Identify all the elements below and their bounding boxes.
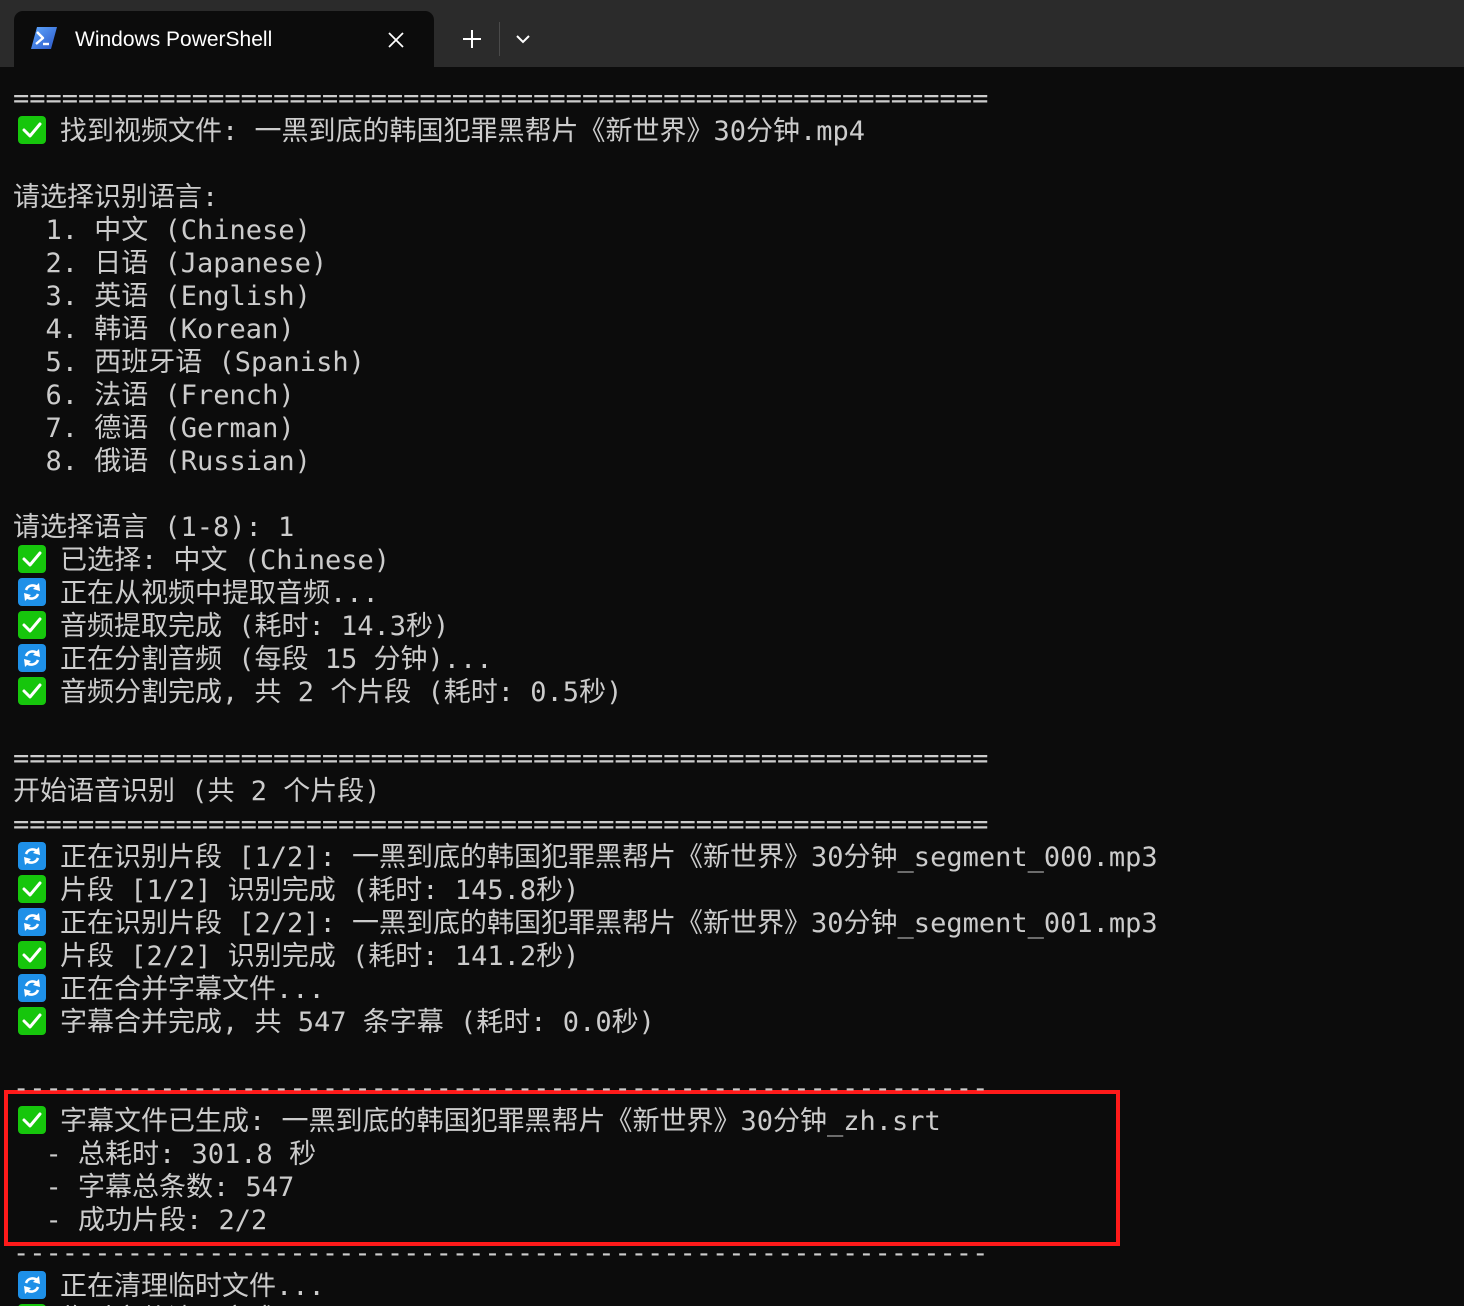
sync-icon [18, 974, 46, 1002]
tab-title: Windows PowerShell [75, 28, 273, 51]
powershell-icon [31, 27, 57, 49]
tab-dropdown-button[interactable] [505, 22, 541, 58]
terminal-line: 请选择语言 (1-8): 1 [13, 511, 294, 544]
sync-icon [18, 578, 46, 606]
title-bar: Windows PowerShell [0, 0, 1464, 67]
sync-icon [18, 842, 46, 870]
close-icon[interactable] [384, 28, 408, 52]
terminal-line-text: 正在清理临时文件... [60, 1271, 325, 1302]
terminal-line: 1. 中文 (Chinese) [13, 214, 311, 247]
terminal-line-text: 4. 韩语 (Korean) [13, 314, 295, 345]
terminal-line-text: ========================================… [13, 83, 989, 114]
sync-icon [18, 1271, 46, 1299]
terminal-line-text: 请选择识别语言: [13, 182, 219, 213]
check-icon [18, 875, 46, 903]
sync-icon [18, 644, 46, 672]
terminal-line: ----------------------------------------… [13, 1237, 988, 1270]
terminal-line-text: 8. 俄语 (Russian) [13, 446, 311, 477]
terminal-line-text: ========================================… [13, 743, 989, 774]
terminal-line: 4. 韩语 (Korean) [13, 313, 295, 346]
terminal-line: 音频提取完成 (耗时: 14.3秒) [13, 610, 449, 643]
terminal-line-text: 正在分割音频 (每段 15 分钟)... [60, 644, 493, 675]
terminal-line-text: 片段 [1/2] 识别完成 (耗时: 145.8秒) [60, 875, 580, 906]
check-icon [18, 611, 46, 639]
tab-divider [499, 22, 500, 56]
plus-icon [463, 30, 481, 48]
terminal-line: 字幕合并完成, 共 547 条字幕 (耗时: 0.0秒) [13, 1006, 655, 1039]
terminal-line: 找到视频文件: 一黑到底的韩国犯罪黑帮片《新世界》30分钟.mp4 [13, 115, 865, 148]
terminal-line: 片段 [2/2] 识别完成 (耗时: 141.2秒) [13, 940, 579, 973]
terminal-line: 正在清理临时文件... [13, 1270, 325, 1303]
terminal-line-text: 请选择语言 (1-8): 1 [13, 512, 295, 543]
terminal-line: 正在合并字幕文件... [13, 973, 325, 1006]
check-icon [18, 1106, 46, 1134]
terminal-line: 开始语音识别 (共 2 个片段) [13, 775, 381, 808]
terminal-line: 已选择: 中文 (Chinese) [13, 544, 390, 577]
terminal-line: 5. 西班牙语 (Spanish) [13, 346, 365, 379]
terminal-line-text: 字幕文件已生成: 一黑到底的韩国犯罪黑帮片《新世界》30分钟_zh.srt [60, 1106, 941, 1137]
terminal-line: 片段 [1/2] 识别完成 (耗时: 145.8秒) [13, 874, 579, 907]
terminal-line-text: 音频分割完成, 共 2 个片段 (耗时: 0.5秒) [60, 677, 623, 708]
terminal-line-text: 已选择: 中文 (Chinese) [60, 545, 391, 576]
terminal-line-text: 正在从视频中提取音频... [60, 578, 379, 609]
new-tab-button[interactable] [452, 22, 492, 58]
terminal-line: 正在识别片段 [2/2]: 一黑到底的韩国犯罪黑帮片《新世界》30分钟_segm… [13, 907, 1158, 940]
terminal-line: 3. 英语 (English) [13, 280, 311, 313]
terminal-line: - 成功片段: 2/2 [13, 1204, 268, 1237]
terminal-line-text: ========================================… [13, 809, 989, 840]
terminal-line-text: 片段 [2/2] 识别完成 (耗时: 141.2秒) [60, 941, 580, 972]
check-icon [18, 545, 46, 573]
chevron-down-icon [516, 35, 530, 44]
check-icon [18, 677, 46, 705]
terminal-line: ----------------------------------------… [13, 1072, 988, 1105]
terminal-line-text: ----------------------------------------… [13, 1238, 989, 1269]
check-icon [18, 941, 46, 969]
terminal-line: ========================================… [13, 742, 988, 775]
terminal-line-text: 开始语音识别 (共 2 个片段) [13, 776, 381, 807]
terminal-line: 正在从视频中提取音频... [13, 577, 379, 610]
terminal-output[interactable]: ========================================… [0, 67, 1464, 1306]
terminal-line-text: - 字幕总条数: 547 [13, 1172, 295, 1203]
terminal-line: 7. 德语 (German) [13, 412, 295, 445]
terminal-line-text: 字幕合并完成, 共 547 条字幕 (耗时: 0.0秒) [60, 1007, 655, 1038]
terminal-line-text: 5. 西班牙语 (Spanish) [13, 347, 365, 378]
terminal-line-text: - 总耗时: 301.8 秒 [13, 1139, 317, 1170]
tab-windows-powershell[interactable]: Windows PowerShell [14, 11, 434, 67]
terminal-line: ========================================… [13, 808, 988, 841]
terminal-line: 字幕文件已生成: 一黑到底的韩国犯罪黑帮片《新世界》30分钟_zh.srt [13, 1105, 941, 1138]
terminal-line: 音频分割完成, 共 2 个片段 (耗时: 0.5秒) [13, 676, 622, 709]
terminal-line: 正在分割音频 (每段 15 分钟)... [13, 643, 493, 676]
terminal-line-text: 正在合并字幕文件... [60, 974, 325, 1005]
terminal-line-text: 音频提取完成 (耗时: 14.3秒) [60, 611, 450, 642]
terminal-line: 正在识别片段 [1/2]: 一黑到底的韩国犯罪黑帮片《新世界》30分钟_segm… [13, 841, 1158, 874]
terminal-line: - 字幕总条数: 547 [13, 1171, 295, 1204]
terminal-line-text: 6. 法语 (French) [13, 380, 295, 411]
terminal-line-text: 正在识别片段 [1/2]: 一黑到底的韩国犯罪黑帮片《新世界》30分钟_segm… [60, 842, 1158, 873]
terminal-line-text: 2. 日语 (Japanese) [13, 248, 328, 279]
terminal-line-text: 7. 德语 (German) [13, 413, 295, 444]
sync-icon [18, 908, 46, 936]
terminal-line: - 总耗时: 301.8 秒 [13, 1138, 317, 1171]
terminal-line-text: 找到视频文件: 一黑到底的韩国犯罪黑帮片《新世界》30分钟.mp4 [60, 116, 866, 147]
check-icon [18, 116, 46, 144]
terminal-line: 请选择识别语言: [13, 181, 218, 214]
terminal-line-text: 3. 英语 (English) [13, 281, 311, 312]
terminal-line: 6. 法语 (French) [13, 379, 295, 412]
terminal-line: 2. 日语 (Japanese) [13, 247, 328, 280]
terminal-line-text: 1. 中文 (Chinese) [13, 215, 311, 246]
terminal-line-text: 正在识别片段 [2/2]: 一黑到底的韩国犯罪黑帮片《新世界》30分钟_segm… [60, 908, 1158, 939]
terminal-line-text: - 成功片段: 2/2 [13, 1205, 268, 1236]
terminal-line: ========================================… [13, 82, 988, 115]
check-icon [18, 1007, 46, 1035]
terminal-line-text: ----------------------------------------… [13, 1073, 989, 1104]
terminal-line: 8. 俄语 (Russian) [13, 445, 311, 478]
